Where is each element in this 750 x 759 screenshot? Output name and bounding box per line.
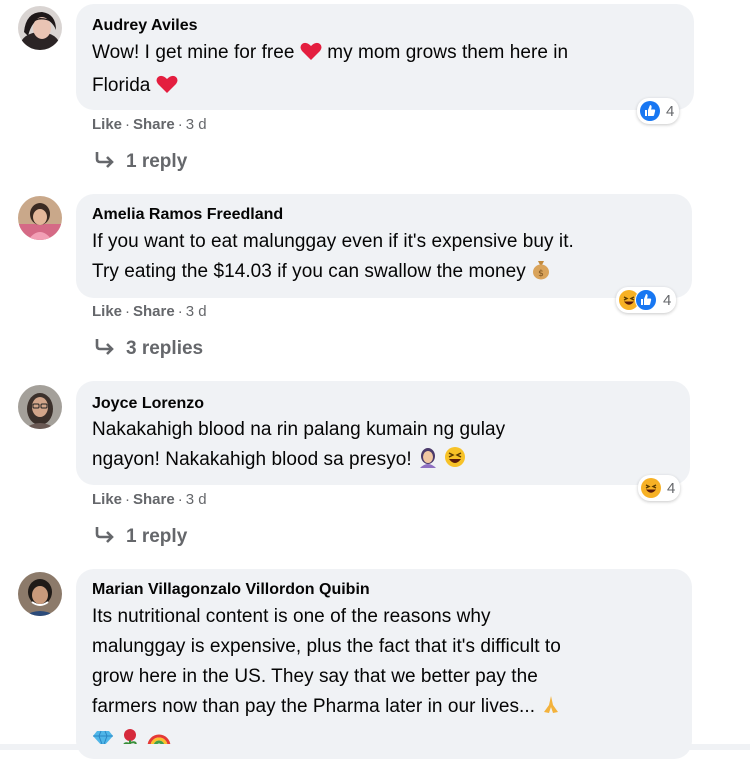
- share-button[interactable]: Share: [133, 116, 175, 133]
- view-replies-button[interactable]: 3 replies: [94, 337, 203, 361]
- grinning-squinting-emoji-icon: [444, 446, 466, 478]
- comment-line: If you want to eat malunggay even if it'…: [92, 231, 574, 252]
- gem-emoji-icon: [92, 728, 114, 758]
- comment-line: Try eating the $14.03 if you can swallow…: [92, 261, 526, 282]
- comment-actions: Like · Share · 3 d: [92, 116, 207, 133]
- reaction-summary[interactable]: 4: [616, 287, 677, 313]
- reaction-summary[interactable]: 4: [638, 475, 681, 501]
- replies-label: 1 reply: [126, 526, 188, 547]
- comment-actions: Like · Share · 3 d: [92, 491, 207, 508]
- share-button[interactable]: Share: [133, 491, 175, 508]
- reply-arrow-icon: [94, 525, 116, 549]
- comment-line: ngayon! Nakakahigh blood sa presyo!: [92, 449, 412, 470]
- view-replies-button[interactable]: 1 reply: [94, 150, 187, 174]
- reaction-count: 4: [667, 479, 676, 497]
- comment-author[interactable]: Joyce Lorenzo: [92, 394, 676, 414]
- comment-text-part: Florida: [92, 75, 151, 96]
- avatar[interactable]: [18, 196, 62, 240]
- haha-reaction-icon: [641, 478, 661, 498]
- heart-emoji-icon: [156, 74, 178, 104]
- comment-text: If you want to eat malunggay even if it'…: [92, 227, 678, 290]
- comment-author[interactable]: Audrey Aviles: [92, 16, 680, 36]
- comment-bubble: Audrey Aviles Wow! I get mine for free m…: [76, 4, 694, 110]
- comment-bubble: Marian Villagonzalo Villordon Quibin Its…: [76, 569, 692, 759]
- replies-label: 3 replies: [126, 338, 204, 359]
- separator: ·: [177, 491, 183, 508]
- timestamp[interactable]: 3 d: [186, 116, 207, 133]
- money-bag-emoji-icon: $: [531, 258, 551, 290]
- comment-author[interactable]: Marian Villagonzalo Villordon Quibin: [92, 580, 678, 600]
- share-button[interactable]: Share: [133, 303, 175, 320]
- comment-line: farmers now than pay the Pharma later in…: [92, 696, 536, 717]
- heart-emoji-icon: [300, 41, 322, 71]
- avatar[interactable]: [18, 6, 62, 50]
- timestamp[interactable]: 3 d: [186, 491, 207, 508]
- comment-line: Its nutritional content is one of the re…: [92, 606, 491, 627]
- like-button[interactable]: Like: [92, 116, 122, 133]
- rainbow-emoji-icon: [147, 728, 171, 758]
- like-reaction-icon: [640, 101, 660, 121]
- separator: ·: [125, 116, 131, 133]
- comment-bubble: Joyce Lorenzo Nakakahigh blood na rin pa…: [76, 381, 690, 485]
- reply-arrow-icon: [94, 150, 116, 174]
- separator: ·: [125, 303, 131, 320]
- svg-text:$: $: [538, 269, 544, 279]
- comment-line: malunggay is expensive, plus the fact th…: [92, 636, 561, 657]
- separator: ·: [177, 303, 183, 320]
- view-replies-button[interactable]: 1 reply: [94, 525, 187, 549]
- folded-hands-emoji-icon: [540, 693, 562, 725]
- like-button[interactable]: Like: [92, 303, 122, 320]
- comment-actions: Like · Share · 3 d: [92, 303, 207, 320]
- avatar[interactable]: [18, 572, 62, 616]
- comment-text-part: Wow! I get mine for free: [92, 42, 295, 63]
- scroll-edge: [0, 744, 750, 750]
- reaction-count: 4: [663, 291, 672, 309]
- like-button[interactable]: Like: [92, 491, 122, 508]
- comment-text: Nakakahigh blood na rin palang kumain ng…: [92, 415, 676, 478]
- rose-emoji-icon: [119, 728, 141, 758]
- comment-text: Wow! I get mine for free my mom grows th…: [92, 38, 680, 104]
- timestamp[interactable]: 3 d: [186, 303, 207, 320]
- comment-bubble: Amelia Ramos Freedland If you want to ea…: [76, 194, 692, 298]
- reaction-summary[interactable]: 4: [637, 98, 680, 124]
- reply-arrow-icon: [94, 337, 116, 361]
- comment-text-part: my mom grows them here in: [327, 42, 569, 63]
- comment-line: Nakakahigh blood na rin palang kumain ng…: [92, 419, 506, 440]
- comment-author[interactable]: Amelia Ramos Freedland: [92, 205, 678, 225]
- reaction-count: 4: [666, 102, 675, 120]
- comment-line: grow here in the US. They say that we be…: [92, 666, 538, 687]
- avatar[interactable]: [18, 385, 62, 429]
- separator: ·: [125, 491, 131, 508]
- separator: ·: [177, 116, 183, 133]
- comment-text: Its nutritional content is one of the re…: [92, 602, 678, 758]
- replies-label: 1 reply: [126, 151, 188, 172]
- like-reaction-icon: [635, 289, 657, 311]
- woman-facepalming-emoji-icon: [417, 446, 439, 478]
